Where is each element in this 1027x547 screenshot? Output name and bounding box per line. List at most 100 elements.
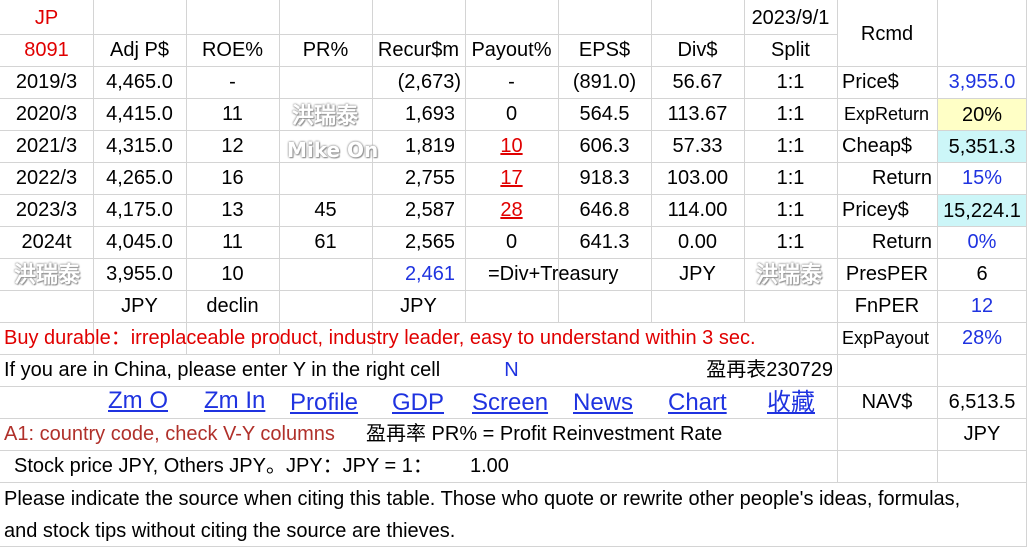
year-cell[interactable]: 2023/3: [0, 194, 93, 226]
col-header-roe: ROE%: [201, 39, 264, 61]
split-cell[interactable]: 1:1: [744, 226, 837, 258]
year-cell[interactable]: 2019/3: [0, 66, 93, 98]
roe-cell[interactable]: 11: [186, 98, 279, 130]
roe-cell[interactable]: 13: [186, 194, 279, 226]
roe-cell[interactable]: 11: [186, 226, 279, 258]
watermark-logo: 洪瑞泰: [292, 104, 359, 129]
avg-recur-cell[interactable]: 2,461: [372, 258, 455, 290]
rcmd-value-return-cheap[interactable]: 15%: [938, 162, 1026, 194]
screen-link[interactable]: Screen: [472, 387, 556, 419]
payout-cell[interactable]: -: [465, 66, 558, 98]
rcmd-label-fnper: FnPER: [854, 295, 920, 317]
col-header-split: Split: [771, 39, 810, 61]
eps-cell[interactable]: 564.5: [558, 98, 651, 130]
payout-cell[interactable]: 10: [465, 130, 558, 162]
favorites-link[interactable]: 收藏: [767, 387, 827, 419]
adj-price-cell[interactable]: 4,265.0: [93, 162, 186, 194]
pr-cell[interactable]: 45: [279, 194, 372, 226]
zoom-out-link[interactable]: Zm O: [108, 385, 178, 417]
rcmd-value-price[interactable]: 3,955.0: [938, 66, 1026, 98]
adj-price-cell[interactable]: 4,415.0: [93, 98, 186, 130]
col-header-rcmd: Rcmd: [860, 23, 914, 45]
rcmd-value-expreturn[interactable]: 20%: [938, 99, 1026, 130]
rcmd-value-return-pricey[interactable]: 0%: [938, 226, 1026, 258]
rcmd-value-cheap[interactable]: 5,351.3: [938, 131, 1026, 162]
roe-cell[interactable]: -: [186, 66, 279, 98]
pr-definition-note: 盈再率 PR% = Profit Reinvestment Rate: [366, 423, 723, 445]
split-cell[interactable]: 1:1: [744, 130, 837, 162]
chart-link[interactable]: Chart: [668, 387, 738, 419]
eps-cell[interactable]: 641.3: [558, 226, 651, 258]
china-input-cell[interactable]: N: [465, 354, 558, 386]
pr-cell[interactable]: 61: [279, 226, 372, 258]
split-cell[interactable]: 1:1: [744, 66, 837, 98]
year-cell[interactable]: 2020/3: [0, 98, 93, 130]
recur-cell[interactable]: 1,693: [372, 98, 455, 130]
adj-price-cell[interactable]: 4,045.0: [93, 226, 186, 258]
a1-help-note: A1: country code, check V-Y columns: [4, 423, 335, 445]
recur-cell[interactable]: 1,819: [372, 130, 455, 162]
split-cell[interactable]: 1:1: [744, 194, 837, 226]
payout-cell[interactable]: 28: [465, 194, 558, 226]
adj-price-cell[interactable]: 4,315.0: [93, 130, 186, 162]
year-cell[interactable]: 2021/3: [0, 130, 93, 162]
div-cell[interactable]: 57.33: [651, 130, 744, 162]
nav-value[interactable]: 6,513.5: [938, 386, 1026, 418]
rcmd-value-exppayout[interactable]: 28%: [938, 322, 1026, 354]
current-price-cell[interactable]: 3,955.0: [93, 258, 186, 290]
year-cell[interactable]: 2022/3: [0, 162, 93, 194]
currency-cell[interactable]: JPY: [938, 418, 1026, 450]
avg-roe-cell[interactable]: 10: [186, 258, 279, 290]
split-cell[interactable]: 1:1: [744, 162, 837, 194]
col-header-recur: Recur$m: [377, 39, 460, 61]
div-cell[interactable]: 0.00: [651, 226, 744, 258]
zoom-in-link[interactable]: Zm In: [204, 385, 274, 417]
news-link[interactable]: News: [573, 387, 643, 419]
exchange-rate-cell[interactable]: 1.00: [470, 450, 530, 482]
recur-cell[interactable]: 2,755: [372, 162, 455, 194]
rcmd-label-presper: PresPER: [845, 263, 929, 285]
rcmd-value-fnper[interactable]: 12: [938, 290, 1026, 322]
rcmd-value-presper[interactable]: 6: [938, 258, 1026, 290]
recur-cell[interactable]: 2,587: [372, 194, 455, 226]
profile-link[interactable]: Profile: [290, 387, 370, 419]
roe-cell[interactable]: 12: [186, 130, 279, 162]
adj-price-cell[interactable]: 4,175.0: [93, 194, 186, 226]
rcmd-label-return: Return: [871, 167, 932, 189]
eps-cell[interactable]: 646.8: [558, 194, 651, 226]
watermark-logo: 洪瑞泰: [14, 263, 81, 288]
rcmd-value-pricey[interactable]: 15,224.1: [938, 195, 1026, 226]
date-cell[interactable]: 2023/9/1: [744, 2, 837, 34]
rcmd-label-cheap: Cheap$: [842, 135, 913, 157]
watermark-logo: 洪瑞泰: [756, 263, 823, 288]
rcmd-label-price: Price$: [842, 71, 899, 93]
payout-cell[interactable]: 17: [465, 162, 558, 194]
rcmd-label-expreturn: ExpReturn: [844, 104, 930, 124]
roe-trend-cell: declin: [206, 295, 259, 317]
recur-unit-cell: JPY: [400, 295, 437, 317]
roe-cell[interactable]: 16: [186, 162, 279, 194]
split-cell[interactable]: 1:1: [744, 98, 837, 130]
adj-price-cell[interactable]: 4,465.0: [93, 66, 186, 98]
country-code-cell[interactable]: JP: [0, 2, 93, 34]
eps-cell[interactable]: 918.3: [558, 162, 651, 194]
recur-cell[interactable]: 2,565: [372, 226, 455, 258]
year-cell[interactable]: 2024t: [0, 226, 93, 258]
eps-cell[interactable]: (891.0): [558, 66, 651, 98]
payout-note: =Div+Treasury: [488, 263, 619, 285]
nav-label: NAV$: [861, 391, 913, 413]
div-cell[interactable]: 114.00: [651, 194, 744, 226]
recur-cell[interactable]: (2,673): [372, 66, 461, 98]
table-id-label: 盈再表230729: [706, 359, 833, 381]
div-cell[interactable]: 113.67: [651, 98, 744, 130]
stock-code-cell[interactable]: 8091: [0, 34, 93, 66]
col-header-payout: Payout%: [471, 39, 552, 61]
gdp-link[interactable]: GDP: [392, 387, 452, 419]
div-cell[interactable]: 56.67: [651, 66, 744, 98]
citation-note-line1: Please indicate the source when citing t…: [4, 488, 961, 510]
eps-cell[interactable]: 606.3: [558, 130, 651, 162]
payout-cell[interactable]: 0: [465, 226, 558, 258]
watermark-logo: Mike On: [287, 138, 379, 162]
payout-cell[interactable]: 0: [465, 98, 558, 130]
div-cell[interactable]: 103.00: [651, 162, 744, 194]
